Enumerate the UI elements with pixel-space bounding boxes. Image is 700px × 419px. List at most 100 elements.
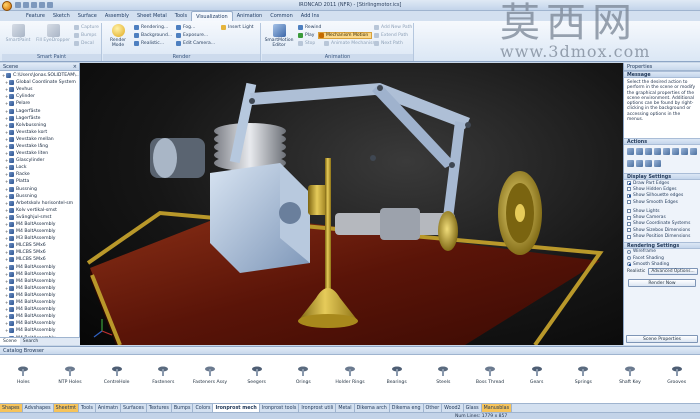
tree-item[interactable]: + Kolv vertikal-smst	[2, 207, 79, 214]
play-button[interactable]: Play	[298, 32, 314, 39]
tree-item[interactable]: + Bussning	[2, 193, 79, 200]
catalog-item-fasteners[interactable]: Fasteners	[143, 365, 183, 385]
scene-browser-tab-scene[interactable]: Scene	[0, 338, 20, 345]
action-icon[interactable]	[645, 160, 652, 167]
catalog-item-orings[interactable]: Orings	[283, 365, 323, 385]
tree-item[interactable]: +M4 BoltAssembly	[2, 306, 79, 313]
catalog-item-fasteners-assy[interactable]: Fasteners Assy	[190, 365, 230, 385]
catalog-item-bearings[interactable]: Bearings	[377, 365, 417, 385]
tree-item[interactable]: + Lock	[2, 164, 79, 171]
scene-properties-button[interactable]: Scene Properties	[626, 335, 698, 343]
fog-button[interactable]: Fog...	[176, 24, 195, 31]
close-icon[interactable]: ×	[73, 64, 77, 70]
decal-button[interactable]: Decal	[74, 40, 94, 47]
render-now-button[interactable]: Render Now	[628, 278, 696, 287]
background-button[interactable]: Background...	[134, 32, 172, 39]
tree-item[interactable]: + Pelare	[2, 100, 79, 107]
action-icon[interactable]	[636, 160, 643, 167]
tree-item[interactable]: + MLCBS 5Mx6	[2, 249, 79, 256]
tree-item[interactable]: + Racke	[2, 171, 79, 178]
checkbox-icon[interactable]	[627, 181, 631, 186]
rendering-settings-header[interactable]: Rendering Settings	[624, 241, 700, 249]
tree-item[interactable]: +M4 BoltAssembly	[2, 285, 79, 292]
catalog-item-ntp-holes[interactable]: NTP Holes	[50, 365, 90, 385]
tree-item[interactable]: + C:\Users\Jonas.SOLIDTEAM\...	[2, 72, 79, 79]
checkbox-icon[interactable]	[627, 234, 631, 239]
tab-sheet-metal[interactable]: Sheet Metal	[133, 11, 171, 21]
tree-item[interactable]: + Cylinder	[2, 93, 79, 100]
radio-icon[interactable]	[627, 249, 631, 254]
tree-item[interactable]: + Glascylinder	[2, 157, 79, 164]
exposure-button[interactable]: Exposure...	[176, 32, 208, 39]
tab-tools[interactable]: Tools	[171, 11, 191, 21]
edit-camera-button[interactable]: Edit Camera...	[176, 40, 215, 47]
tree-item[interactable]: + M3 BoltAssembly	[2, 235, 79, 242]
catalog-item-grooves[interactable]: Grooves	[657, 365, 697, 385]
radio-icon[interactable]	[627, 262, 631, 267]
tab-assembly[interactable]: Assembly	[101, 11, 133, 21]
action-icon[interactable]	[645, 148, 652, 155]
bumps-button[interactable]: Bumps	[74, 32, 97, 39]
catalog-item-shaft-key[interactable]: Shaft Key	[610, 365, 650, 385]
tree-item[interactable]: +M4 BoltAssembly	[2, 327, 79, 334]
tree-item[interactable]: + Arbetskolv horisontel-sm	[2, 200, 79, 207]
catalog-item-centrehole[interactable]: CentreHole	[97, 365, 137, 385]
tree-item[interactable]: +M4 BoltAssembly	[2, 313, 79, 320]
tab-add-ins[interactable]: Add Ins	[297, 11, 324, 21]
tab-visualization[interactable]: Visualization	[191, 11, 233, 21]
tree-item[interactable]: +M4 BoltAssembly	[2, 221, 79, 228]
tree-item[interactable]: + Lagerfäste	[2, 115, 79, 122]
tree-item[interactable]: +M4 BoltAssembly	[2, 271, 79, 278]
display-settings-header[interactable]: Display Settings	[624, 173, 700, 180]
realistic-button[interactable]: Realistic...	[134, 40, 164, 47]
tab-feature[interactable]: Feature	[22, 11, 49, 21]
checkbox-show-position-dimensions[interactable]: Show Position Dimensions	[624, 233, 700, 239]
tree-item[interactable]: + MLCBS 5Mx6	[2, 242, 79, 249]
tree-item[interactable]: + Kolvbussning	[2, 122, 79, 129]
fill-eyedropper-button[interactable]: Fill EyeDropper	[34, 24, 72, 43]
actions-section-header[interactable]: Actions	[624, 138, 700, 145]
action-icon[interactable]	[627, 148, 634, 155]
capture-button[interactable]: Capture	[74, 24, 99, 31]
catalog-item-steels[interactable]: Steels	[423, 365, 463, 385]
tree-item[interactable]: +M4 BoltAssembly	[2, 228, 79, 235]
checkbox-icon[interactable]	[627, 228, 631, 233]
action-icon[interactable]	[627, 160, 634, 167]
render-mode-button[interactable]: Render Mode	[104, 24, 132, 48]
tree-item[interactable]: +M4 BoltAssembly	[2, 278, 79, 285]
tree-item[interactable]: + Vevstake mellan	[2, 136, 79, 143]
action-icon[interactable]	[681, 148, 688, 155]
next-path-button[interactable]: Next Path	[374, 40, 403, 47]
add-new-path-button[interactable]: Add New Path	[374, 24, 412, 31]
smartmotion-editor-button[interactable]: SmartMotion Editor	[263, 24, 295, 48]
checkbox-icon[interactable]	[627, 215, 631, 220]
radio-icon[interactable]	[627, 256, 631, 261]
catalog-item-springs[interactable]: Springs	[563, 365, 603, 385]
catalog-item-boss-thread[interactable]: Boss Thread	[470, 365, 510, 385]
action-icon[interactable]	[690, 148, 697, 155]
rewind-button[interactable]: Rewind	[298, 24, 321, 31]
action-icon[interactable]	[654, 148, 661, 155]
checkbox-icon[interactable]	[627, 200, 631, 205]
mechanism-motion-button[interactable]: Mechanism Motion	[318, 32, 373, 39]
checkbox-icon[interactable]	[627, 209, 631, 214]
tree-item[interactable]: + Vevstake liten	[2, 150, 79, 157]
tree-item[interactable]: +M4 BoltAssembly	[2, 264, 79, 271]
tab-common[interactable]: Common	[266, 11, 297, 21]
tree-item[interactable]: + Vevstake kort	[2, 129, 79, 136]
tree-item[interactable]: +M4 BoltAssembly	[2, 299, 79, 306]
3d-viewport[interactable]	[80, 63, 623, 345]
advanced-options-button[interactable]: Advanced Options...	[648, 268, 698, 276]
action-icon[interactable]	[663, 148, 670, 155]
scene-browser-tab-search[interactable]: Search	[20, 338, 41, 345]
tree-item[interactable]: +M4 BoltAssembly	[2, 292, 79, 299]
tab-surface[interactable]: Surface	[74, 11, 101, 21]
tab-sketch[interactable]: Sketch	[49, 11, 74, 21]
checkbox-show-coordinate-systems[interactable]: Show Coordinate Systems	[624, 221, 700, 227]
insert-light-button[interactable]: Insert Light	[221, 24, 254, 31]
tree-item[interactable]: + Global Coordinate System	[2, 79, 79, 86]
action-icon[interactable]	[654, 160, 661, 167]
extend-path-button[interactable]: Extend Path	[374, 32, 408, 39]
rendering-button[interactable]: Rendering...	[134, 24, 168, 31]
tree-item[interactable]: + MLCBS 5Mx6	[2, 256, 79, 263]
